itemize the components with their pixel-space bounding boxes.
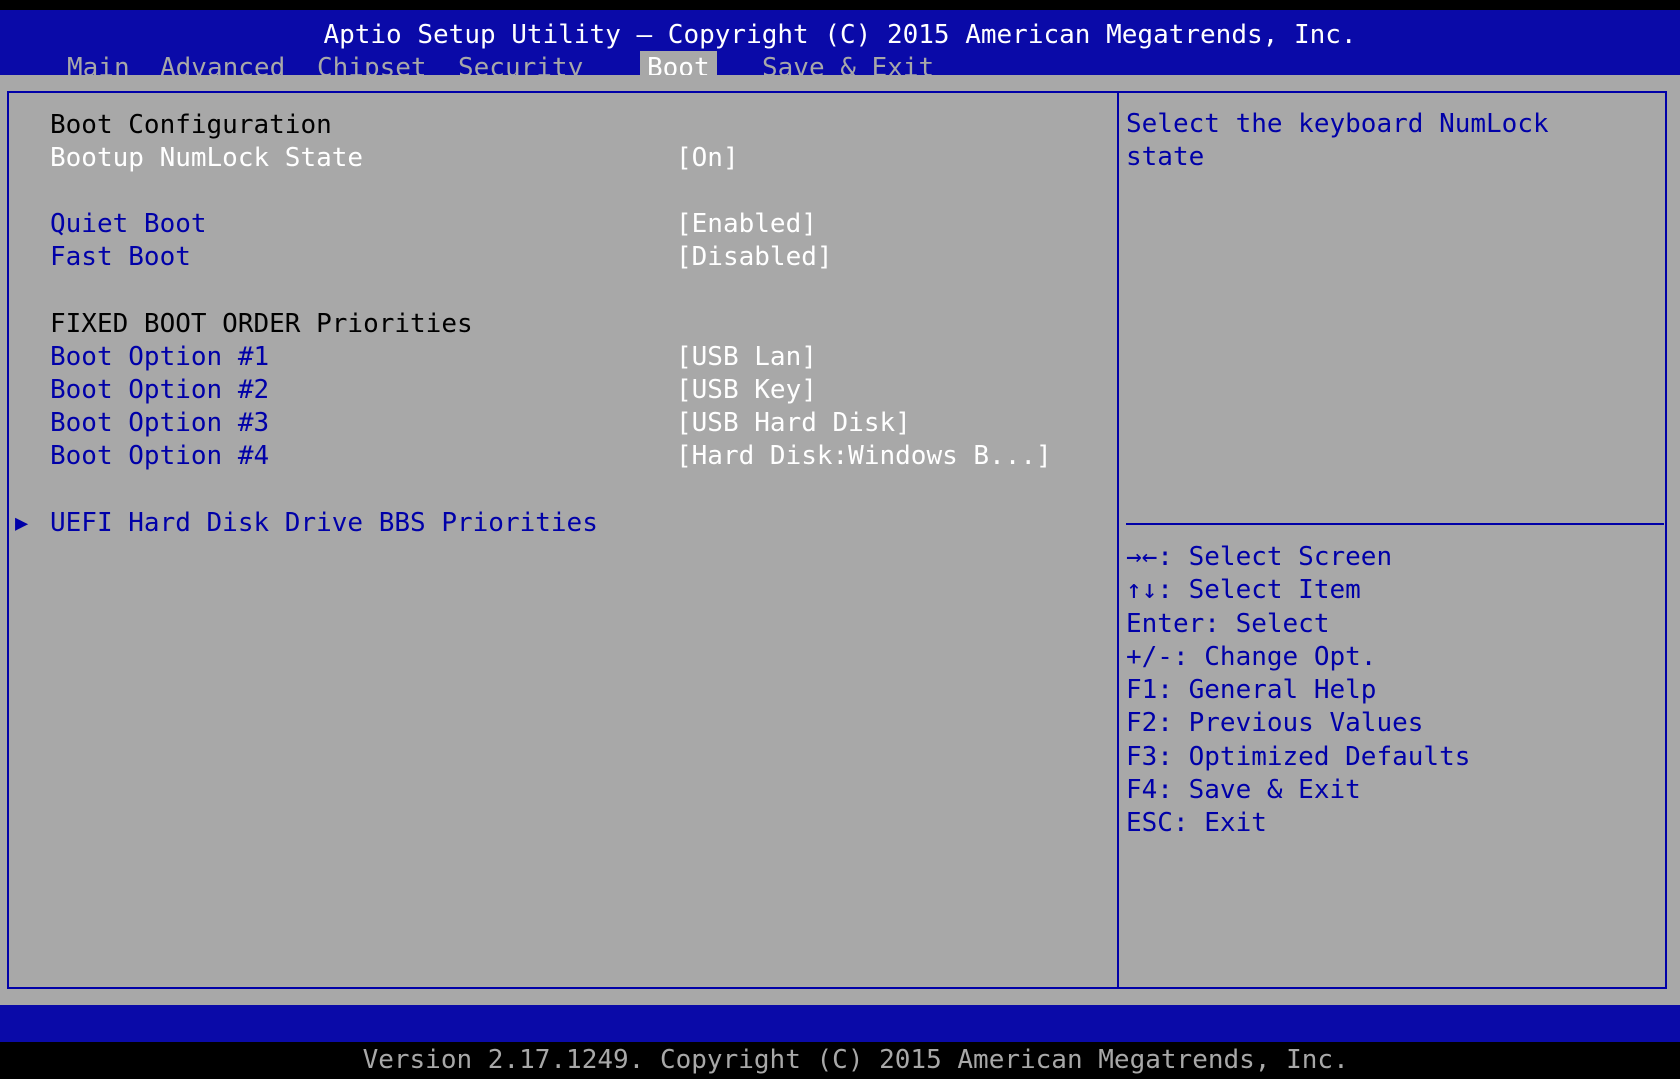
key-previous-values: F2: Previous Values <box>1126 708 1424 739</box>
option-boot-option-4[interactable]: Boot Option #4 [Hard Disk:Windows B...] <box>0 440 1117 473</box>
option-label: Boot Option #2 <box>50 375 270 405</box>
vertical-divider <box>1117 91 1119 989</box>
app-title: Aptio Setup Utility – Copyright (C) 2015… <box>323 20 1357 50</box>
option-label: Bootup NumLock State <box>50 143 364 173</box>
option-value: [USB Hard Disk] <box>676 408 911 438</box>
option-value: [Enabled] <box>676 209 817 239</box>
option-label: Fast Boot <box>50 242 191 272</box>
option-label: Boot Option #3 <box>50 408 270 438</box>
key-esc-exit: ESC: Exit <box>1126 808 1267 839</box>
option-boot-option-3[interactable]: Boot Option #3 [USB Hard Disk] <box>0 407 1117 440</box>
key-select-screen: →←: Select Screen <box>1126 542 1393 572</box>
option-label: Quiet Boot <box>50 209 207 239</box>
help-divider <box>1126 523 1664 525</box>
option-value: [Hard Disk:Windows B...] <box>676 441 1052 471</box>
option-bootup-numlock-state[interactable]: Bootup NumLock State [On] <box>0 142 1117 175</box>
option-value: [On] <box>676 143 739 173</box>
title-bar: Aptio Setup Utility – Copyright (C) 2015… <box>0 10 1680 85</box>
option-label: Boot Option #1 <box>50 342 270 372</box>
section-title: FIXED BOOT ORDER Priorities <box>50 309 473 339</box>
help-text: Select the keyboard NumLock state <box>1126 109 1549 172</box>
option-value: [Disabled] <box>676 242 833 272</box>
key-enter-select: Enter: Select <box>1126 608 1330 639</box>
submenu-arrow-icon: ▶ <box>15 511 29 536</box>
option-value: [USB Key] <box>676 375 817 405</box>
submenu-uefi-hdd-bbs-priorities[interactable]: ▶ UEFI Hard Disk Drive BBS Priorities <box>0 507 1117 540</box>
version-bar: Version 2.17.1249. Copyright (C) 2015 Am… <box>0 1005 1680 1075</box>
submenu-label: UEFI Hard Disk Drive BBS Priorities <box>50 508 598 538</box>
option-label: Boot Option #4 <box>50 441 270 471</box>
key-optimized-defaults: F3: Optimized Defaults <box>1126 741 1471 772</box>
key-change-opt: +/-: Change Opt. <box>1126 641 1377 672</box>
key-general-help: F1: General Help <box>1126 675 1377 706</box>
section-fixed-boot-order: FIXED BOOT ORDER Priorities <box>0 308 1117 341</box>
option-quiet-boot[interactable]: Quiet Boot [Enabled] <box>0 208 1117 241</box>
option-boot-option-2[interactable]: Boot Option #2 [USB Key] <box>0 374 1117 407</box>
section-title: Boot Configuration <box>50 110 332 140</box>
option-fast-boot[interactable]: Fast Boot [Disabled] <box>0 241 1117 274</box>
key-save-exit: F4: Save & Exit <box>1126 775 1361 806</box>
key-legend: →←: Select Screen ↑↓: Select Item Enter:… <box>1126 541 1470 841</box>
section-boot-configuration: Boot Configuration <box>0 109 1117 142</box>
option-value: [USB Lan] <box>676 342 817 372</box>
option-boot-option-1[interactable]: Boot Option #1 [USB Lan] <box>0 341 1117 374</box>
key-select-item: ↑↓: Select Item <box>1126 575 1361 606</box>
